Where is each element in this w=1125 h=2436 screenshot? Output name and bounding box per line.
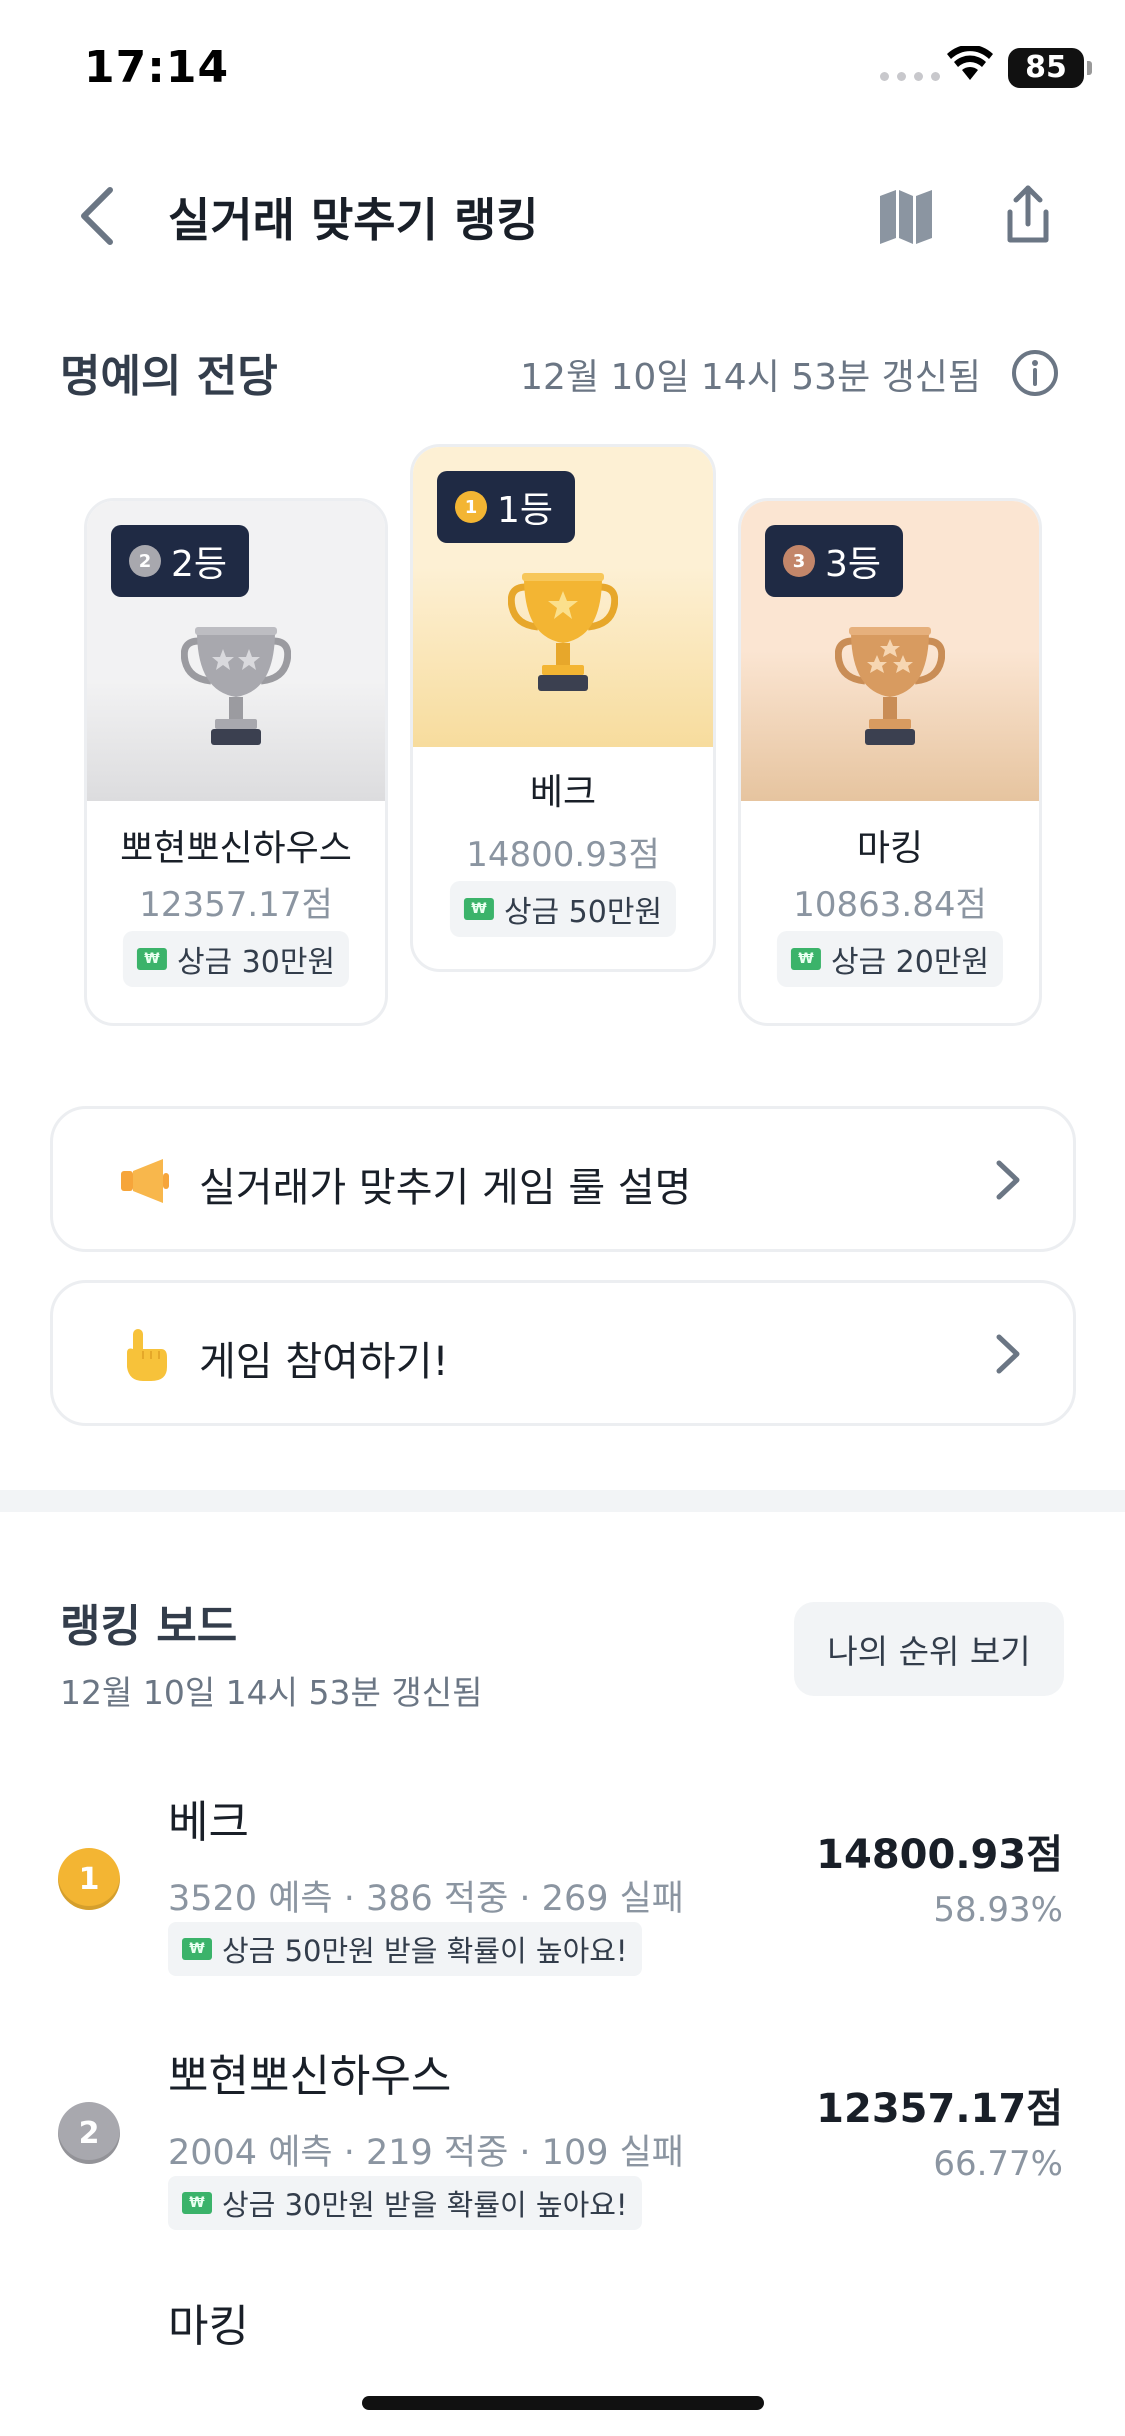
info-icon[interactable] bbox=[1010, 348, 1060, 398]
money-icon bbox=[136, 948, 167, 970]
join-game-link[interactable]: 게임 참여하기! bbox=[50, 1280, 1076, 1426]
ranking-board-title: 랭킹 보드 bbox=[60, 1601, 238, 1652]
megaphone-icon bbox=[121, 1159, 169, 1203]
row-hit-rate: 66.77% bbox=[933, 2144, 1063, 2184]
row-score: 14800.93점 bbox=[816, 1832, 1063, 1878]
podium-card-3rd[interactable]: 3 3등 마킹 10863.84점 상금 20만원 bbox=[738, 498, 1042, 1026]
section-divider bbox=[0, 1490, 1125, 1512]
prize-probability-label: 상금 30만원 받을 확률이 높아요! bbox=[222, 2188, 628, 2222]
bronze-trophy-icon bbox=[835, 627, 945, 745]
join-game-label: 게임 참여하기! bbox=[199, 1339, 449, 1385]
chevron-right-icon bbox=[996, 1160, 1020, 1200]
my-rank-button[interactable]: 나의 순위 보기 bbox=[794, 1602, 1064, 1696]
prize-probability-label: 상금 50만원 받을 확률이 높아요! bbox=[222, 1934, 628, 1968]
row-score: 12357.17점 bbox=[816, 2086, 1063, 2132]
prize-label: 상금 30만원 bbox=[176, 945, 336, 980]
money-icon bbox=[182, 2192, 212, 2214]
row-hit-rate: 58.93% bbox=[933, 1890, 1063, 1930]
prize-chip: 상금 50만원 bbox=[449, 881, 677, 937]
ranking-row[interactable]: 마킹 bbox=[0, 2290, 1125, 2436]
row-stats: 3520 예측 · 386 적중 · 269 실패 bbox=[168, 1879, 685, 1919]
home-indicator bbox=[362, 2396, 764, 2410]
nav-bar: 실거래 맞추기 랭킹 bbox=[0, 160, 1125, 270]
podium-card-2nd[interactable]: 2 2등 뽀현뽀신하우스 12357.17점 상금 30만원 bbox=[84, 498, 388, 1026]
status-time: 17:14 bbox=[84, 42, 230, 93]
status-bar: 17:14 85 bbox=[0, 0, 1125, 140]
rank-badge: 1 1등 bbox=[437, 471, 576, 543]
prize-probability-chip: 상금 30만원 받을 확률이 높아요! bbox=[168, 2176, 642, 2230]
rank-badge: 2 2등 bbox=[111, 525, 250, 597]
podium-score: 12357.17점 bbox=[139, 885, 333, 925]
podium-score: 10863.84점 bbox=[793, 885, 987, 925]
row-stats: 2004 예측 · 219 적중 · 109 실패 bbox=[168, 2133, 685, 2173]
chevron-right-icon bbox=[996, 1334, 1020, 1374]
money-icon bbox=[790, 948, 821, 970]
prize-probability-chip: 상금 50만원 받을 확률이 높아요! bbox=[168, 1922, 642, 1976]
page-title: 실거래 맞추기 랭킹 bbox=[168, 193, 539, 247]
podium-name: 뽀현뽀신하우스 bbox=[120, 828, 352, 869]
ranking-row[interactable]: 2 뽀현뽀신하우스 2004 예측 · 219 적중 · 109 실패 상금 3… bbox=[0, 2040, 1125, 2270]
podium-name: 마킹 bbox=[856, 828, 924, 869]
row-name: 마킹 bbox=[168, 2301, 249, 2352]
row-name: 베크 bbox=[168, 1797, 249, 1848]
rank-label: 1등 bbox=[497, 490, 554, 531]
rank-label: 2등 bbox=[171, 544, 228, 585]
wifi-icon bbox=[947, 46, 993, 80]
back-icon[interactable] bbox=[70, 184, 126, 248]
map-icon[interactable] bbox=[876, 186, 936, 246]
prize-chip: 상금 20만원 bbox=[776, 931, 1004, 987]
gold-trophy-icon bbox=[508, 573, 618, 691]
signal-icon bbox=[880, 72, 940, 81]
prize-label: 상금 50만원 bbox=[503, 895, 663, 930]
rank-label: 3등 bbox=[825, 544, 882, 585]
money-icon bbox=[182, 1938, 212, 1960]
game-rules-label: 실거래가 맞추기 게임 룰 설명 bbox=[199, 1165, 692, 1211]
battery-icon: 85 bbox=[1008, 48, 1092, 88]
silver-trophy-icon bbox=[181, 627, 291, 745]
silver-medal-icon: 2 bbox=[129, 545, 161, 577]
hall-of-fame-title: 명예의 전당 bbox=[60, 351, 278, 402]
silver-medal-icon: 2 bbox=[58, 2102, 120, 2164]
share-icon[interactable] bbox=[996, 182, 1060, 246]
row-name: 뽀현뽀신하우스 bbox=[168, 2051, 452, 2102]
gold-medal-icon: 1 bbox=[58, 1848, 120, 1910]
gold-medal-icon: 1 bbox=[455, 491, 487, 523]
rank-badge: 3 3등 bbox=[765, 525, 904, 597]
money-icon bbox=[463, 898, 494, 920]
ranking-row[interactable]: 1 베크 3520 예측 · 386 적중 · 269 실패 상금 50만원 받… bbox=[0, 1786, 1125, 2016]
podium-card-1st[interactable]: 1 1등 베크 14800.93점 상금 50만원 bbox=[410, 444, 716, 972]
game-rules-link[interactable]: 실거래가 맞추기 게임 룰 설명 bbox=[50, 1106, 1076, 1252]
podium-name: 베크 bbox=[529, 772, 597, 813]
prize-chip: 상금 30만원 bbox=[122, 931, 350, 987]
podium-score: 14800.93점 bbox=[466, 835, 660, 875]
bronze-medal-icon: 3 bbox=[783, 545, 815, 577]
ranking-board-updated: 12월 10일 14시 53분 갱신됨 bbox=[60, 1673, 483, 1712]
pointing-hand-icon bbox=[127, 1329, 167, 1381]
prize-label: 상금 20만원 bbox=[830, 945, 990, 980]
hall-of-fame-updated: 12월 10일 14시 53분 갱신됨 bbox=[520, 357, 981, 398]
